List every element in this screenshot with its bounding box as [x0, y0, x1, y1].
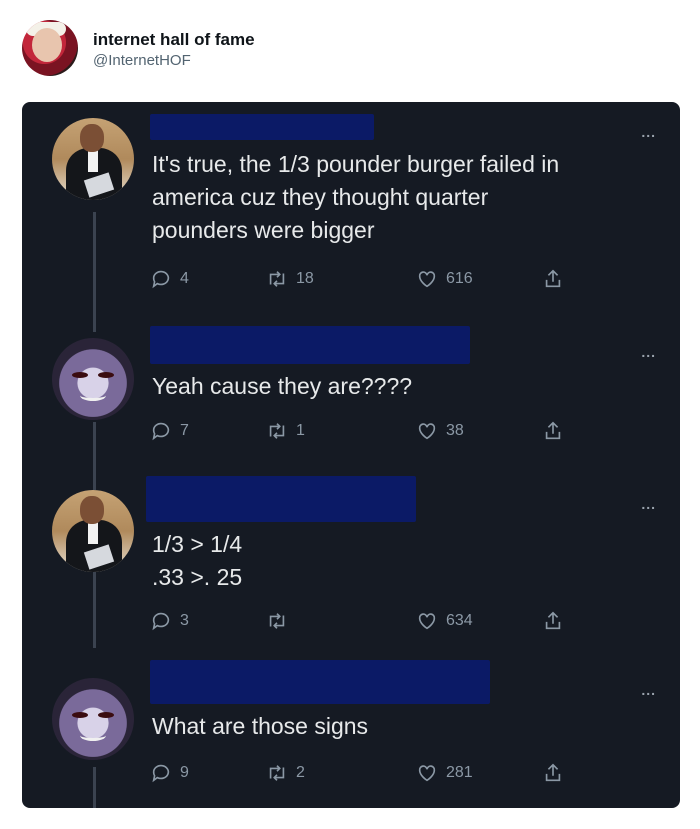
tweet-text: What are those signs — [152, 710, 650, 743]
like-button[interactable]: 634 — [416, 608, 473, 634]
retweet-count: 1 — [296, 422, 305, 439]
avatar-shirt — [88, 522, 98, 544]
tweet-actions: 7 1 38 — [150, 418, 610, 444]
avatar-head — [80, 496, 104, 524]
share-button[interactable] — [542, 266, 572, 292]
account-handle[interactable]: @InternetHOF — [93, 52, 191, 69]
reply-button[interactable]: 3 — [150, 608, 189, 634]
share-button[interactable] — [542, 608, 572, 634]
like-count: 281 — [446, 764, 473, 781]
tweet-text: It's true, the 1/3 pounder burger failed… — [152, 148, 650, 247]
avatar-face — [32, 28, 62, 62]
avatar-shirt — [88, 150, 98, 172]
tweet-actions: 9 2 281 — [150, 760, 610, 786]
reply-icon — [152, 422, 170, 441]
heart-icon — [418, 765, 436, 782]
user-avatar[interactable] — [52, 490, 134, 572]
reply-icon — [152, 764, 170, 783]
share-icon — [545, 763, 561, 782]
reply-count: 3 — [180, 612, 189, 629]
tweet-actions: 3 634 — [150, 608, 610, 634]
retweet-button[interactable]: 18 — [266, 266, 314, 292]
like-count: 38 — [446, 422, 464, 439]
avatar-eye — [98, 372, 114, 378]
like-button[interactable]: 38 — [416, 418, 464, 444]
thread-connector — [93, 767, 96, 808]
heart-icon — [418, 613, 436, 630]
like-count: 634 — [446, 612, 473, 629]
tweet-line: 1/3 > 1/4 — [152, 531, 243, 557]
tweet-thread-screenshot: ... It's true, the 1/3 pounder burger fa… — [22, 102, 680, 808]
user-avatar[interactable] — [52, 678, 134, 760]
retweet-icon — [269, 765, 285, 781]
share-button[interactable] — [542, 760, 572, 786]
avatar-head — [80, 124, 104, 152]
reply-count: 7 — [180, 422, 189, 439]
tweet-line: pounders were bigger — [152, 217, 375, 243]
avatar-mouth — [80, 730, 106, 741]
share-icon — [545, 269, 561, 288]
retweet-icon — [269, 613, 285, 629]
tweet-line: america cuz they thought quarter — [152, 184, 489, 210]
account-name[interactable]: internet hall of fame — [93, 30, 255, 50]
retweet-button[interactable]: 2 — [266, 760, 305, 786]
tweet-line: It's true, the 1/3 pounder burger failed… — [152, 151, 560, 177]
share-button[interactable] — [542, 418, 572, 444]
thread-connector — [93, 212, 96, 332]
retweet-button[interactable]: 1 — [266, 418, 305, 444]
like-count: 616 — [446, 270, 473, 287]
account-avatar[interactable] — [22, 20, 78, 76]
tweet-text: Yeah cause they are???? — [152, 370, 650, 403]
reply-icon — [152, 612, 170, 631]
post-header: internet hall of fame @InternetHOF — [0, 0, 700, 100]
heart-icon — [418, 271, 436, 288]
redacted-username — [150, 114, 374, 140]
reply-button[interactable]: 4 — [150, 266, 189, 292]
redacted-username — [146, 476, 416, 522]
share-icon — [545, 611, 561, 630]
user-avatar[interactable] — [52, 118, 134, 200]
avatar-mouth — [80, 390, 106, 401]
tweet-actions: 4 18 616 — [150, 266, 610, 292]
reply-count: 4 — [180, 270, 189, 287]
thread-connector — [93, 572, 96, 648]
reply-button[interactable]: 9 — [150, 760, 189, 786]
redacted-username — [150, 660, 490, 704]
redacted-username — [150, 326, 470, 364]
reply-button[interactable]: 7 — [150, 418, 189, 444]
thread-connector — [93, 422, 96, 490]
share-icon — [545, 421, 561, 440]
reply-count: 9 — [180, 764, 189, 781]
like-button[interactable]: 616 — [416, 266, 473, 292]
retweet-icon — [269, 423, 285, 439]
user-avatar[interactable] — [52, 338, 134, 420]
heart-icon — [418, 423, 436, 440]
avatar-eye — [72, 372, 88, 378]
tweet-text: 1/3 > 1/4 .33 >. 25 — [152, 528, 650, 594]
more-options-icon[interactable]: ... — [641, 124, 656, 140]
retweet-count: 18 — [296, 270, 314, 287]
avatar-eye — [72, 712, 88, 718]
more-options-icon[interactable]: ... — [641, 344, 656, 360]
retweet-button[interactable] — [266, 608, 296, 634]
tweet-line: .33 >. 25 — [152, 564, 243, 590]
more-options-icon[interactable]: ... — [641, 682, 656, 698]
more-options-icon[interactable]: ... — [641, 496, 656, 512]
avatar-eye — [98, 712, 114, 718]
like-button[interactable]: 281 — [416, 760, 473, 786]
retweet-icon — [269, 271, 285, 287]
tweet-line: Yeah cause they are???? — [152, 373, 413, 399]
reply-icon — [152, 270, 170, 289]
retweet-count: 2 — [296, 764, 305, 781]
tweet-line: What are those signs — [152, 713, 369, 739]
